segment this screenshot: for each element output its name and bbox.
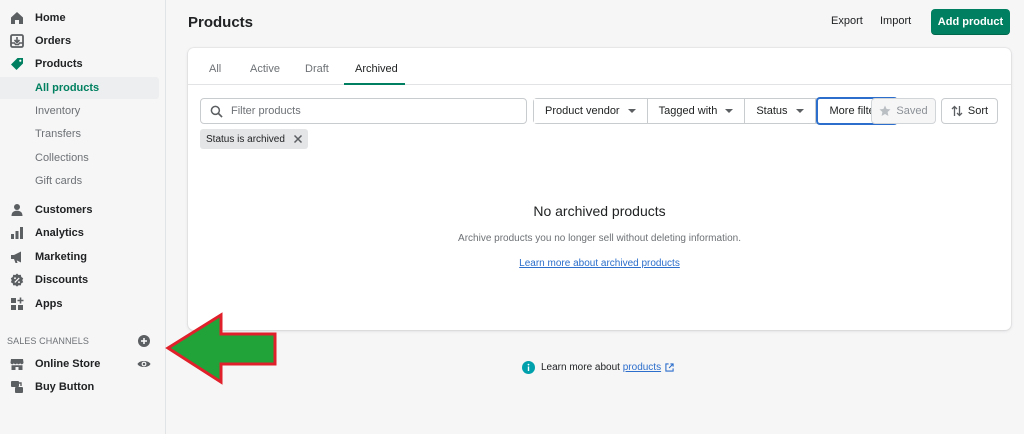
sidebar-item-label: Orders (35, 35, 72, 47)
orders-icon (10, 34, 24, 48)
sidebar-item-customers[interactable]: Customers (0, 199, 159, 221)
sidebar-item-analytics[interactable]: Analytics (0, 222, 159, 244)
footer-help: Learn more about products (522, 361, 674, 374)
sales-channels-label: SALES CHANNELS (7, 336, 89, 346)
megaphone-icon (10, 250, 24, 264)
tab-archived[interactable]: Archived (355, 63, 398, 75)
filter-group: Product vendor Tagged with Status More f… (533, 97, 898, 125)
tab-all[interactable]: All (209, 63, 221, 75)
tab-active[interactable]: Active (250, 63, 280, 75)
home-icon (10, 11, 24, 25)
sidebar-item-label: Home (35, 12, 66, 24)
sidebar-item-label: Buy Button (35, 381, 95, 393)
add-channel-icon[interactable] (138, 335, 150, 347)
empty-state-description: Archive products you no longer sell with… (458, 233, 741, 244)
eye-icon[interactable] (137, 358, 151, 370)
add-product-button[interactable]: Add product (931, 9, 1010, 35)
sidebar-item-transfers[interactable]: Transfers (0, 123, 159, 145)
tab-bar: All Active Draft Archived (188, 48, 1011, 85)
annotation-arrow (165, 312, 277, 385)
sidebar-item-label: Customers (35, 204, 93, 216)
sidebar-item-collections[interactable]: Collections (0, 147, 159, 169)
tag-label: Status is archived (206, 133, 285, 145)
applied-filter-tag: Status is archived (200, 129, 308, 149)
sidebar-item-label: Analytics (35, 227, 84, 239)
products-help-link[interactable]: products (623, 362, 661, 373)
sidebar: Home Orders Products All products Invent… (0, 0, 166, 434)
bar-chart-icon (10, 226, 24, 240)
page-title: Products (188, 14, 254, 31)
status-filter[interactable]: Status (745, 99, 816, 123)
sidebar-item-online-store[interactable]: Online Store (0, 353, 159, 375)
external-link-icon (665, 363, 674, 372)
filter-label: Status (756, 105, 788, 117)
empty-state-title: No archived products (533, 203, 666, 219)
sidebar-item-buy-button[interactable]: Buy Button (0, 376, 159, 398)
sidebar-item-label: Products (35, 58, 83, 70)
sidebar-item-home[interactable]: Home (0, 7, 159, 29)
sidebar-item-label: Online Store (35, 358, 101, 370)
search-input[interactable] (231, 105, 511, 117)
sidebar-item-products[interactable]: Products (0, 53, 159, 75)
learn-more-archived-link[interactable]: Learn more about archived products (519, 258, 680, 269)
active-tab-indicator (344, 83, 405, 85)
remove-filter-icon[interactable] (292, 133, 304, 145)
products-card: All Active Draft Archived Product vendor… (188, 48, 1011, 330)
info-icon (522, 361, 535, 374)
sort-button[interactable]: Sort (941, 98, 998, 124)
store-icon (10, 357, 24, 371)
sort-icon (951, 105, 963, 117)
sidebar-item-label: Marketing (35, 251, 87, 263)
import-button[interactable]: Import (880, 15, 911, 27)
sidebar-item-discounts[interactable]: Discounts (0, 269, 159, 291)
tagged-with-filter[interactable]: Tagged with (647, 99, 746, 123)
tab-draft[interactable]: Draft (305, 63, 329, 75)
search-field[interactable] (200, 98, 527, 124)
search-icon (210, 105, 223, 118)
export-button[interactable]: Export (831, 15, 863, 27)
product-vendor-filter[interactable]: Product vendor (534, 99, 648, 123)
sidebar-item-inventory[interactable]: Inventory (0, 100, 159, 122)
buy-button-icon (10, 380, 24, 394)
filter-label: Tagged with (658, 105, 718, 117)
saved-label: Saved (896, 105, 928, 117)
saved-button[interactable]: Saved (871, 98, 936, 124)
filter-label: Product vendor (545, 105, 620, 117)
tag-icon (10, 57, 24, 71)
discount-icon (10, 273, 24, 287)
sidebar-item-apps[interactable]: Apps (0, 293, 159, 315)
sidebar-item-label: Discounts (35, 274, 89, 286)
sidebar-item-marketing[interactable]: Marketing (0, 246, 159, 268)
sidebar-item-orders[interactable]: Orders (0, 30, 159, 52)
caret-down-icon (725, 109, 734, 113)
apps-icon (10, 297, 24, 311)
footer-text: Learn more about (541, 362, 620, 373)
person-icon (10, 203, 24, 217)
sidebar-item-label: Apps (35, 298, 63, 310)
caret-down-icon (627, 109, 636, 113)
caret-down-icon (795, 109, 804, 113)
sidebar-item-all-products[interactable]: All products (0, 77, 159, 99)
sort-label: Sort (967, 105, 989, 117)
sidebar-item-gift-cards[interactable]: Gift cards (0, 170, 159, 192)
star-icon (879, 105, 891, 116)
